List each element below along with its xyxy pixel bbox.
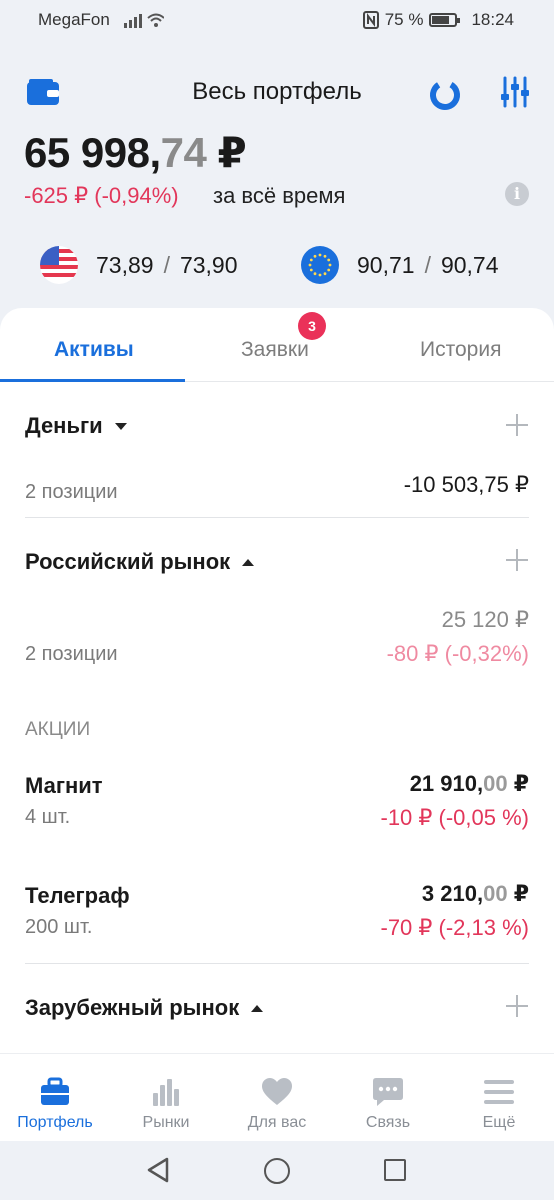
asset-name[interactable]: Телеграф [25, 883, 130, 909]
add-foreign-asset-icon[interactable] [506, 995, 528, 1017]
asset-change: -10 ₽ (-0,05 %) [380, 805, 530, 830]
price-integer: 3 210, [421, 881, 484, 906]
portfolio-card: Активы Заявки 3 История Деньги 2 позиции… [0, 308, 554, 1053]
nav-label: Ещё [482, 1114, 516, 1131]
portfolio-change: -625 ₽ (-0,94%) [24, 183, 179, 208]
heart-icon [262, 1078, 292, 1105]
russian-market-title: Российский рынок [25, 549, 231, 574]
add-money-icon[interactable] [506, 414, 528, 436]
tab-orders[interactable]: Заявки [241, 338, 309, 362]
nav-more[interactable]: Ещё [444, 1054, 554, 1142]
foreign-market-toggle[interactable]: Зарубежный рынок [25, 995, 264, 1021]
russian-market-positions: 2 позиции [25, 643, 118, 665]
nav-label: Рынки [142, 1114, 190, 1131]
bar-chart-icon [153, 1079, 179, 1106]
total-integer: 65 998, [24, 129, 161, 176]
nav-label: Связь [365, 1114, 411, 1131]
money-title: Деньги [25, 413, 103, 438]
caret-down-icon [114, 422, 127, 430]
add-russian-asset-icon[interactable] [506, 549, 528, 571]
portfolio-selector[interactable]: Весь портфель [0, 78, 554, 106]
asset-price: 21 910,00 ₽ [410, 771, 529, 797]
money-positions: 2 позиции [25, 481, 118, 503]
active-tab-indicator [0, 379, 185, 382]
foreign-market-title: Зарубежный рынок [25, 995, 240, 1020]
price-integer: 21 910, [409, 771, 484, 796]
eu-flag-icon [301, 246, 339, 284]
asset-qty: 200 шт. [25, 916, 93, 938]
divider [25, 963, 529, 964]
bottom-navigation: Портфель Рынки Для вас Связь Ещё [0, 1053, 554, 1141]
tab-history[interactable]: История [420, 338, 501, 362]
caret-up-icon [251, 1004, 264, 1012]
back-icon[interactable] [146, 1157, 170, 1183]
money-section-toggle[interactable]: Деньги [25, 413, 127, 439]
total-decimal: 74 [160, 129, 207, 176]
system-navigation-bar [0, 1141, 554, 1200]
nav-for-you[interactable]: Для вас [222, 1054, 332, 1142]
money-amount: -10 503,75 ₽ [403, 472, 529, 497]
recent-apps-icon[interactable] [384, 1159, 406, 1181]
russian-market-value: 25 120 ₽ [441, 607, 529, 632]
total-currency: ₽ [206, 129, 247, 176]
us-flag-icon [40, 246, 78, 284]
carrier-name: MegaFon [38, 10, 110, 29]
signal-wifi-icon [124, 13, 164, 28]
chat-icon [373, 1078, 403, 1106]
price-currency: ₽ [507, 771, 529, 796]
menu-icon [484, 1080, 514, 1104]
asset-price: 3 210,00 ₽ [422, 881, 529, 907]
caret-up-icon [242, 558, 255, 566]
price-decimal: 00 [483, 771, 508, 796]
filter-sliders-icon[interactable] [500, 76, 530, 108]
battery-percent: 75 % [384, 10, 424, 29]
usd-rate[interactable]: 73,89 / 73,90 [40, 246, 238, 284]
eur-buy: 90,71 [357, 251, 415, 278]
status-bar: MegaFon 75 % 18:24 [0, 0, 554, 38]
info-icon[interactable]: i [505, 182, 529, 206]
battery-icon [429, 13, 461, 27]
rate-separator: / [424, 251, 431, 278]
home-icon[interactable] [264, 1158, 290, 1184]
donut-chart-icon[interactable] [428, 78, 462, 112]
usd-sell: 73,90 [179, 251, 238, 278]
asset-change: -70 ₽ (-2,13 %) [380, 915, 530, 940]
asset-qty: 4 шт. [25, 806, 71, 828]
change-period-label: за всё время [213, 183, 346, 208]
russian-market-toggle[interactable]: Российский рынок [25, 549, 255, 575]
portfolio-tabs: Активы Заявки 3 История [0, 308, 554, 382]
price-decimal: 00 [483, 881, 508, 906]
nav-markets[interactable]: Рынки [111, 1054, 221, 1142]
asset-name[interactable]: Магнит [25, 773, 103, 799]
orders-count-badge: 3 [298, 312, 326, 340]
usd-buy: 73,89 [96, 251, 154, 278]
divider [25, 517, 529, 518]
eur-rate[interactable]: 90,71 / 90,74 [301, 246, 499, 284]
nav-label: Портфель [17, 1114, 93, 1131]
nfc-icon [362, 11, 379, 29]
nav-portfolio[interactable]: Портфель [0, 1054, 110, 1142]
tab-assets[interactable]: Активы [54, 338, 134, 362]
russian-market-change: -80 ₽ (-0,32%) [386, 641, 529, 666]
briefcase-icon [41, 1077, 69, 1105]
clock: 18:24 [471, 10, 514, 29]
nav-label: Для вас [247, 1114, 307, 1131]
shares-label: АКЦИИ [25, 719, 91, 740]
rate-separator: / [163, 251, 170, 278]
portfolio-header: Весь портфель 65 998,74 ₽ -625 ₽ (-0,94%… [0, 38, 554, 310]
portfolio-total: 65 998,74 ₽ [24, 128, 247, 177]
nav-chat[interactable]: Связь [333, 1054, 443, 1142]
eur-sell: 90,74 [440, 251, 499, 278]
price-currency: ₽ [507, 881, 529, 906]
